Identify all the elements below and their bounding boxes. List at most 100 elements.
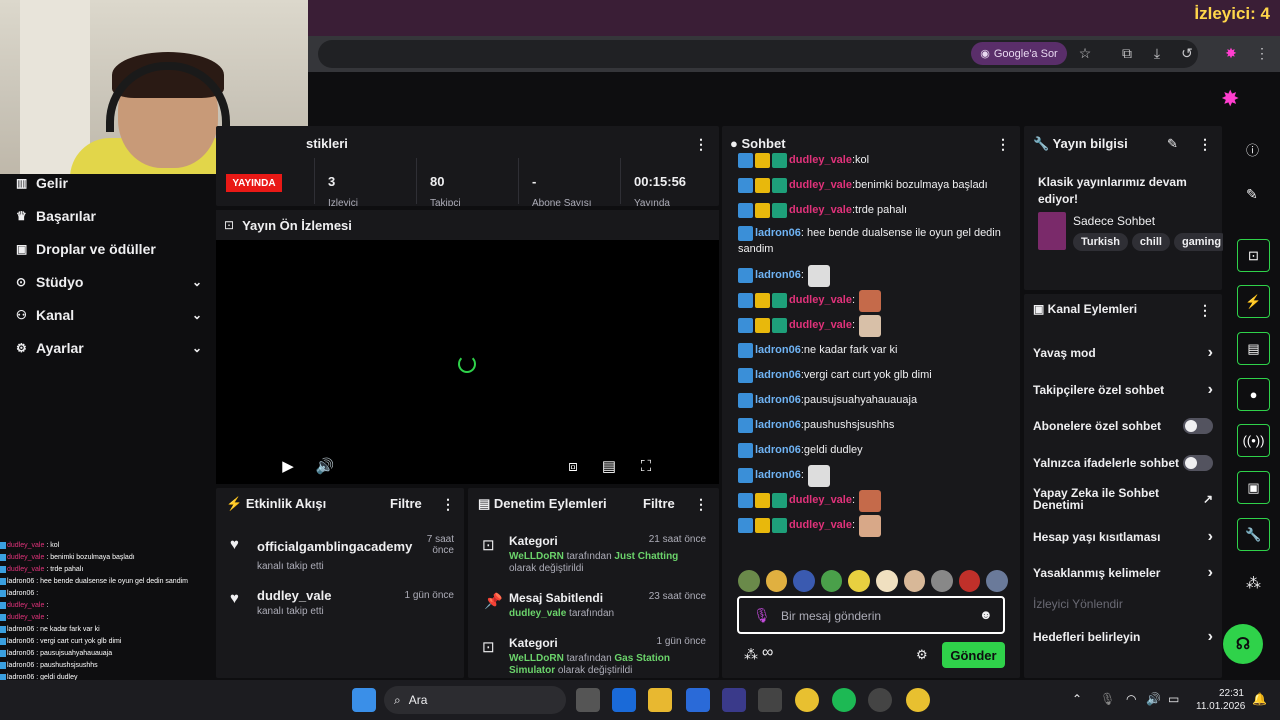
chat-username[interactable]: ladron06 [755,338,801,363]
moderation-more-icon[interactable]: ⋮ [694,496,708,513]
chat-username[interactable]: ladron06 [755,438,801,463]
emoji-icon[interactable]: ☻ [979,607,993,622]
emote-9[interactable] [958,570,981,592]
chrome-icon[interactable] [795,688,819,712]
actions-toggle-icon[interactable]: ▣ [1237,471,1270,504]
bookmark-star-icon[interactable]: ☆ [1075,43,1095,63]
emote-4[interactable] [820,570,843,592]
pip-icon[interactable]: ⧈ [563,456,583,476]
stats-more-icon[interactable]: ⋮ [694,136,708,153]
action-account-age[interactable]: Hesap yaşı kısıtlaması › [1033,528,1213,546]
chat-username[interactable]: dudley_vale [789,488,852,513]
wrench-toggle-icon[interactable]: 🔧 [1237,518,1270,551]
send-button[interactable]: Gönder [942,642,1005,668]
chrome-profile-icon[interactable] [906,688,930,712]
chat-username[interactable]: dudley_vale [789,288,852,313]
chat-username[interactable]: ladron06 [755,263,801,288]
tray-chevron-icon[interactable]: ⌃ [1072,692,1082,706]
edit-icon[interactable]: ✎ [1167,136,1178,152]
profile-icon[interactable]: ✸ [1221,43,1241,63]
points-rail-icon[interactable]: ⁂ [1246,574,1261,592]
google-ask-button[interactable]: ◉ Google'a Sor [971,42,1067,65]
sidebar-item-achievements[interactable]: ♛ Başarılar [16,202,202,230]
toggle-switch[interactable] [1183,455,1213,471]
clock[interactable]: 22:31 11.01.2026 [1196,687,1245,713]
toggle-switch[interactable] [1183,418,1213,434]
chat-username[interactable]: ladron06 [755,388,801,413]
chat-username[interactable]: dudley_vale [789,198,852,223]
stream-preview-player[interactable] [216,210,719,484]
action-slow-mode[interactable]: Yavaş mod › [1033,344,1213,362]
extensions-icon[interactable]: ⧉ [1117,43,1137,63]
mic-tray-icon[interactable]: 🎙 [1100,692,1115,706]
emote-8[interactable] [931,570,953,592]
chat-input[interactable]: 🎙 Bir mesaj gönderin ☻ [737,596,1005,634]
app-icon[interactable] [868,688,892,712]
emote-5[interactable] [848,570,870,592]
volume-icon[interactable]: 🔊 [315,456,335,476]
chat-username[interactable]: dudley_vale [789,513,852,538]
action-goals[interactable]: Hedefleri belirleyin › [1033,628,1213,646]
emote-1[interactable] [738,570,760,592]
action-ai-moderation[interactable]: Yapay Zeka ile Sohbet Denetimi ↗ [1033,487,1213,511]
notification-icon[interactable]: 🔔 [1252,692,1267,706]
preview-toggle-icon[interactable]: ⊡ [1237,239,1270,272]
action-banned-words[interactable]: Yasaklanmış kelimeler › [1033,564,1213,582]
broadcast-icon[interactable]: ((•)) [1237,424,1270,457]
fullscreen-icon[interactable]: ⛶ [636,456,656,476]
mic-icon[interactable]: 🎙 [753,607,771,624]
info-icon[interactable]: ⓘ [1246,140,1259,159]
channel-actions-more-icon[interactable]: ⋮ [1198,302,1212,319]
browser-menu-icon[interactable]: ⋮ [1252,43,1272,63]
moderation-toggle-icon[interactable]: ▤ [1237,332,1270,365]
chat-toggle-icon[interactable]: ● [1237,378,1270,411]
action-followers-only[interactable]: Takipçilere özel sohbet › [1033,381,1213,399]
emote-6[interactable] [875,570,898,592]
task-view-icon[interactable] [576,688,600,712]
sidebar-item-drops[interactable]: ▣ Droplar ve ödüller [16,235,202,263]
action-subscribers-only[interactable]: Abonelere özel sohbet [1033,418,1213,434]
activity-user[interactable]: officialgamblingacademy [257,539,412,554]
store-icon[interactable] [722,688,746,712]
points-icon[interactable]: ⁂ [744,646,758,663]
chat-settings-icon[interactable]: ⚙ [916,647,928,663]
wifi-icon[interactable]: ◠ [1126,692,1136,706]
vscode-icon[interactable] [686,688,710,712]
chat-username[interactable]: ladron06 [755,363,801,388]
tag-chip[interactable]: gaming [1173,233,1223,251]
outlook-icon[interactable] [612,688,636,712]
action-emote-only[interactable]: Yalnızca ifadelerle sohbet [1033,455,1213,471]
pencil-icon[interactable]: ✎ [1246,186,1258,203]
user-avatar-icon[interactable]: ✸ [1221,86,1239,112]
emote-3[interactable] [793,570,815,592]
sidebar-item-revenue[interactable]: ▥ Gelir [16,169,202,197]
tag-chip[interactable]: Turkish [1073,233,1128,251]
activity-more-icon[interactable]: ⋮ [441,496,455,513]
support-headset-icon[interactable]: ☊ [1223,624,1263,664]
theatre-icon[interactable]: ▤ [599,456,619,476]
chat-username[interactable]: dudley_vale [789,313,852,338]
chat-username[interactable]: ladron06 [755,463,801,488]
category-name[interactable]: Sadece Sohbet [1073,214,1155,228]
play-icon[interactable]: ▶ [278,456,298,476]
activity-filter-button[interactable]: Filtre [390,496,422,511]
file-explorer-icon[interactable] [648,688,672,712]
spotify-icon[interactable] [832,688,856,712]
sidebar-item-channel[interactable]: ⚇ Kanal ⌄ [16,301,202,329]
chat-username[interactable]: dudley_vale [789,173,852,198]
battery-icon[interactable]: ▭ [1168,692,1179,706]
moderation-filter-button[interactable]: Filtre [643,496,675,511]
chat-message-list[interactable]: dudley_vale: kol dudley_vale: benimki boz… [738,148,1018,560]
windows-start-icon[interactable] [352,688,376,712]
activity-toggle-icon[interactable]: ⚡ [1237,285,1270,318]
chat-username[interactable]: ladron06 [755,227,801,239]
volume-tray-icon[interactable]: 🔊 [1146,692,1161,706]
emote-7[interactable] [903,570,926,592]
history-icon[interactable]: ↺ [1177,43,1197,63]
chat-username[interactable]: dudley_vale [789,148,852,173]
sidebar-item-studio[interactable]: ⊙ Stüdyo ⌄ [16,268,202,296]
tag-chip[interactable]: chill [1131,233,1170,251]
obs-icon[interactable] [758,688,782,712]
sidebar-item-settings[interactable]: ⚙ Ayarlar ⌄ [16,334,202,362]
emote-10[interactable] [986,570,1008,592]
